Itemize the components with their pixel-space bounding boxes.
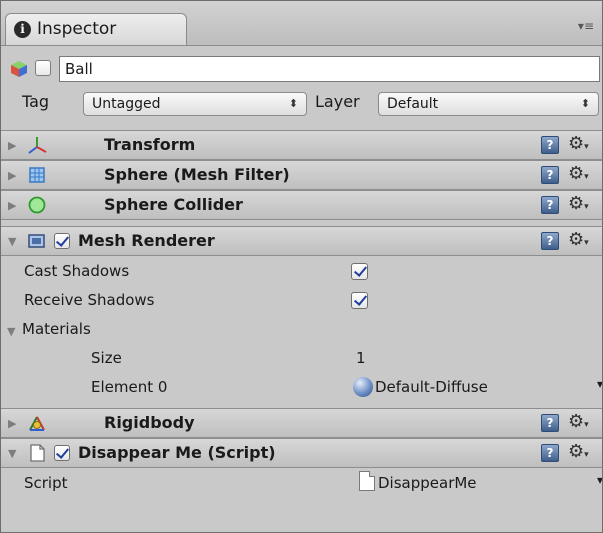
cast-shadows-row: Cast Shadows [1, 257, 602, 286]
info-icon: i [14, 21, 31, 38]
component-name: Sphere (Mesh Filter) [104, 165, 290, 184]
size-value[interactable]: 1 [356, 349, 366, 367]
gameobject-cube-icon [11, 61, 27, 77]
gear-icon[interactable]: ⚙▾ [568, 163, 589, 184]
inspector-window: i Inspector ▾≡ Ball Tag Untagged ⬍ Layer… [0, 0, 603, 533]
object-name-field[interactable]: Ball [59, 56, 600, 82]
mesh-filter-icon [29, 167, 45, 183]
object-name-row: Ball [1, 55, 602, 85]
materials-row[interactable]: ▼ Materials [1, 315, 602, 344]
element0-label: Element 0 [91, 378, 168, 396]
dropdown-arrow-icon: ⬍ [288, 97, 298, 110]
tag-label: Tag [22, 92, 50, 111]
help-icon[interactable]: ? [541, 444, 559, 462]
fold-arrow-icon[interactable]: ▶ [8, 417, 16, 430]
script-value[interactable]: DisappearMe [378, 474, 477, 492]
gear-icon[interactable]: ⚙▾ [568, 193, 589, 214]
transform-icon [28, 137, 47, 154]
object-picker-icon[interactable]: ▾ [597, 377, 602, 391]
component-name: Mesh Renderer [78, 231, 215, 250]
fold-arrow-icon[interactable]: ▶ [8, 199, 16, 212]
gear-icon[interactable]: ⚙▾ [568, 229, 589, 250]
gear-icon[interactable]: ⚙▾ [568, 133, 589, 154]
receive-shadows-checkbox[interactable] [351, 292, 368, 309]
component-transform[interactable]: ▶ Transform ? ⚙▾ [1, 130, 602, 160]
gear-icon[interactable]: ⚙▾ [568, 411, 589, 432]
help-icon[interactable]: ? [541, 166, 559, 184]
tag-dropdown[interactable]: Untagged ⬍ [83, 92, 307, 116]
fold-arrow-icon[interactable]: ▼ [7, 325, 15, 338]
materials-size-row: Size 1 [1, 344, 602, 373]
size-label: Size [91, 349, 122, 367]
materials-label: Materials [22, 320, 91, 338]
object-picker-icon[interactable]: ▾ [597, 473, 602, 487]
component-sphere-collider[interactable]: ▶ Sphere Collider ? ⚙▾ [1, 190, 602, 220]
fold-arrow-icon[interactable]: ▼ [8, 447, 16, 460]
sphere-collider-icon [28, 196, 46, 214]
script-label: Script [24, 474, 68, 492]
help-icon[interactable]: ? [541, 414, 559, 432]
receive-shadows-label: Receive Shadows [24, 291, 155, 309]
element0-value[interactable]: Default-Diffuse [375, 378, 488, 396]
layer-label: Layer [315, 92, 360, 111]
dropdown-arrow-icon: ⬍ [580, 97, 590, 110]
fold-arrow-icon[interactable]: ▶ [8, 139, 16, 152]
help-icon[interactable]: ? [541, 232, 559, 250]
script-row: Script DisappearMe ▾ [1, 469, 602, 498]
fold-arrow-icon[interactable]: ▼ [8, 235, 16, 248]
script-file-icon [359, 471, 375, 491]
cast-shadows-checkbox[interactable] [351, 263, 368, 280]
layer-dropdown[interactable]: Default ⬍ [378, 92, 599, 116]
component-name: Transform [104, 135, 196, 154]
script-enabled-checkbox[interactable] [54, 445, 70, 461]
rigidbody-icon [29, 416, 45, 431]
material-sphere-icon [353, 377, 373, 397]
receive-shadows-row: Receive Shadows [1, 286, 602, 315]
component-rigidbody[interactable]: ▶ Rigidbody ? ⚙▾ [1, 408, 602, 438]
fold-arrow-icon[interactable]: ▶ [8, 169, 16, 182]
material-element-row: Element 0 Default-Diffuse ▾ [1, 373, 602, 402]
active-checkbox[interactable] [35, 60, 51, 76]
component-name: Rigidbody [104, 413, 195, 432]
layer-value: Default [387, 96, 439, 112]
tag-value: Untagged [92, 96, 161, 112]
help-icon[interactable]: ? [541, 136, 559, 154]
tab-label: Inspector [37, 19, 117, 39]
component-mesh-filter[interactable]: ▶ Sphere (Mesh Filter) ? ⚙▾ [1, 160, 602, 190]
cast-shadows-label: Cast Shadows [24, 262, 130, 280]
tab-strip: i Inspector ▾≡ [1, 1, 602, 46]
script-icon [30, 444, 45, 462]
tab-inspector[interactable]: i Inspector [5, 13, 187, 45]
gear-icon[interactable]: ⚙▾ [568, 441, 589, 462]
component-mesh-renderer[interactable]: ▼ Mesh Renderer ? ⚙▾ [1, 226, 602, 256]
component-name: Disappear Me (Script) [78, 443, 276, 462]
component-name: Sphere Collider [104, 195, 243, 214]
component-disappear-me-script[interactable]: ▼ Disappear Me (Script) ? ⚙▾ [1, 438, 602, 468]
help-icon[interactable]: ? [541, 196, 559, 214]
panel-menu-icon[interactable]: ▾≡ [578, 19, 594, 33]
mesh-renderer-enabled-checkbox[interactable] [54, 233, 70, 249]
mesh-renderer-icon [28, 234, 45, 248]
tag-layer-row: Tag Untagged ⬍ Layer Default ⬍ [1, 89, 602, 119]
